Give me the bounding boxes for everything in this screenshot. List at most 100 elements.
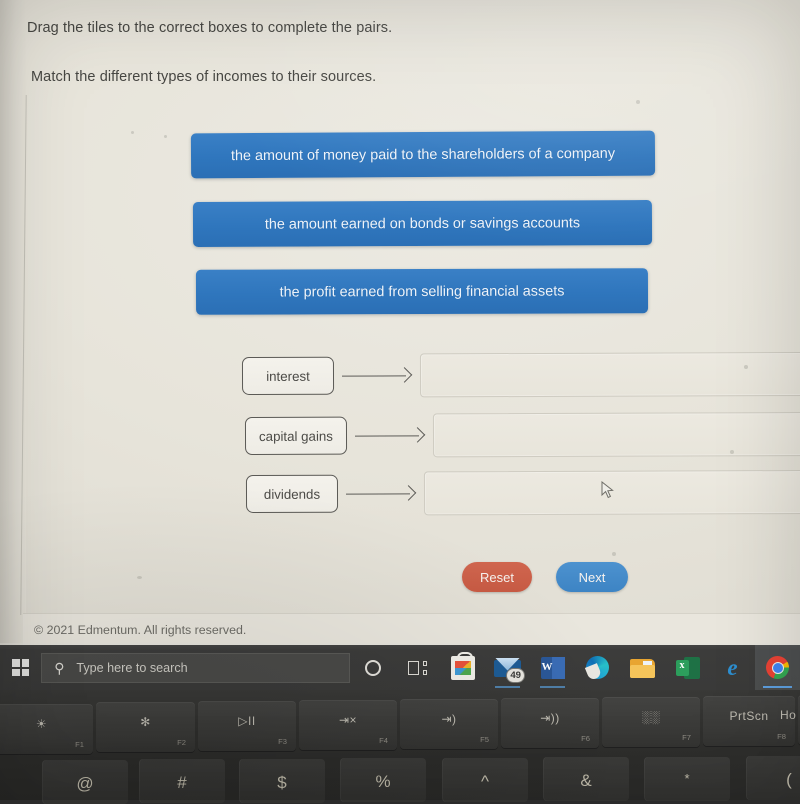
- taskbar-item-internet-explorer[interactable]: e: [710, 645, 755, 690]
- taskbar-item-cortana[interactable]: [350, 645, 395, 690]
- photo-speck: [730, 450, 734, 454]
- drop-target-dividends[interactable]: [423, 470, 800, 516]
- photo-speck: [131, 131, 134, 134]
- key-f5-label: F5: [480, 735, 489, 744]
- key-4-dollar-glyph: $: [277, 773, 287, 792]
- search-placeholder: Type here to search: [76, 660, 188, 675]
- key-4-dollar[interactable]: $: [239, 759, 325, 803]
- taskbar-item-word[interactable]: W: [530, 645, 575, 690]
- key-home-glyph: Ho: [780, 708, 797, 722]
- key-9-paren-glyph: (: [786, 770, 792, 789]
- taskbar-item-file-explorer[interactable]: [620, 645, 665, 690]
- key-6-caret[interactable]: ^: [442, 758, 528, 802]
- instruction-secondary: Match the different types of incomes to …: [31, 69, 377, 85]
- photo-speck: [612, 552, 616, 556]
- photo-speck: [636, 100, 640, 104]
- search-icon: ⚲: [54, 659, 65, 676]
- drop-target-interest[interactable]: [419, 352, 800, 398]
- key-3-hash[interactable]: #: [139, 759, 225, 803]
- key-f3[interactable]: ▷II F3: [198, 701, 296, 751]
- key-6-caret-glyph: ^: [481, 772, 489, 791]
- taskbar-item-edge[interactable]: [575, 645, 620, 690]
- match-row: interest: [241, 351, 800, 399]
- copyright-text: © 2021 Edmentum. All rights reserved.: [34, 622, 247, 637]
- match-row: capital gains: [244, 411, 800, 459]
- internet-explorer-icon: e: [727, 654, 738, 680]
- arrow-right-icon: [354, 427, 429, 443]
- key-5-percent-glyph: %: [375, 772, 391, 791]
- task-view-icon: [408, 660, 427, 675]
- taskbar-item-microsoft-store[interactable]: [440, 645, 485, 690]
- key-f6-label: F6: [581, 734, 590, 743]
- key-5-percent[interactable]: %: [340, 758, 426, 802]
- photo-speck: [164, 135, 167, 138]
- key-f7-label: F7: [682, 733, 691, 742]
- taskbar-item-mail[interactable]: 49: [485, 645, 530, 690]
- key-f1-label: F1: [75, 740, 84, 749]
- key-7-ampersand-glyph: &: [580, 771, 592, 790]
- taskbar-search-input[interactable]: ⚲ Type here to search: [41, 652, 350, 683]
- key-f5[interactable]: ⇥) F5: [400, 699, 498, 749]
- draggable-tile[interactable]: the amount of money paid to the sharehol…: [190, 130, 656, 179]
- key-f1[interactable]: ☀ F1: [0, 704, 93, 754]
- key-f2-glyph: ✻: [140, 715, 151, 729]
- key-7-ampersand[interactable]: &: [543, 757, 629, 801]
- arrow-right-icon: [342, 367, 416, 383]
- key-f3-label: F3: [278, 737, 287, 746]
- arrow-right-icon: [346, 485, 420, 501]
- term-label-interest: interest: [241, 356, 335, 395]
- key-3-hash-glyph: #: [177, 773, 187, 792]
- key-2-at[interactable]: @: [42, 760, 128, 804]
- key-f2-label: F2: [177, 738, 186, 747]
- draggable-tile[interactable]: the amount earned on bonds or savings ac…: [192, 199, 653, 248]
- mail-unread-badge: 49: [506, 667, 525, 683]
- key-8-asterisk[interactable]: *: [644, 757, 730, 801]
- key-2-at-glyph: @: [76, 774, 94, 793]
- draggable-tile[interactable]: the profit earned from selling financial…: [195, 268, 649, 315]
- drop-target-capital-gains[interactable]: [432, 411, 800, 458]
- key-f7[interactable]: ░░ F7: [602, 697, 700, 747]
- key-f1-glyph: ☀: [35, 717, 48, 731]
- function-key-row: ☀ F1 ✻ F2 ▷II F3 ⇥× F4 ⇥) F5 ⇥)) F6 ░░ F…: [0, 690, 800, 754]
- word-icon: W: [540, 656, 565, 679]
- edge-icon: [586, 656, 609, 679]
- key-f5-glyph: ⇥): [441, 712, 457, 726]
- excel-icon: x: [675, 656, 700, 679]
- instruction-primary: Drag the tiles to the correct boxes to c…: [27, 20, 393, 36]
- photo-speck: [744, 365, 748, 369]
- excel-icon-glyph: x: [679, 659, 685, 671]
- key-f4-glyph: ⇥×: [338, 713, 358, 727]
- taskbar-icon-strip: 49 W x e: [350, 645, 800, 690]
- term-label-capital-gains: capital gains: [244, 416, 347, 456]
- laptop-keyboard: ☀ F1 ✻ F2 ▷II F3 ⇥× F4 ⇥) F5 ⇥)) F6 ░░ F…: [0, 690, 800, 804]
- match-row: dividends: [245, 469, 800, 517]
- taskbar-item-excel[interactable]: x: [665, 645, 710, 690]
- key-f2[interactable]: ✻ F2: [96, 702, 195, 752]
- laptop-screen-photo: Drag the tiles to the correct boxes to c…: [0, 0, 800, 804]
- mail-icon: 49: [494, 657, 525, 683]
- number-key-row: @ # $ % ^ & * (: [0, 756, 800, 804]
- key-9-paren[interactable]: (: [746, 756, 800, 800]
- reset-button[interactable]: Reset: [462, 562, 532, 592]
- key-f7-glyph: ░░: [641, 710, 660, 724]
- word-icon-glyph: W: [541, 660, 553, 673]
- key-f6[interactable]: ⇥)) F6: [501, 698, 599, 748]
- taskbar-item-chrome[interactable]: [755, 645, 800, 690]
- file-explorer-icon: [630, 658, 655, 678]
- key-8-asterisk-glyph: *: [684, 771, 690, 786]
- cortana-icon: [364, 659, 381, 676]
- activity-page: Drag the tiles to the correct boxes to c…: [0, 0, 800, 645]
- key-f4[interactable]: ⇥× F4: [299, 700, 397, 750]
- start-button[interactable]: [0, 645, 41, 690]
- page-left-shadow: [0, 0, 26, 645]
- key-f3-glyph: ▷II: [238, 714, 256, 728]
- windows-logo-icon: [12, 659, 30, 676]
- photo-speck: [137, 576, 142, 579]
- next-button[interactable]: Next: [556, 562, 628, 592]
- page-footer: © 2021 Edmentum. All rights reserved.: [23, 613, 800, 645]
- key-f4-label: F4: [379, 736, 388, 745]
- taskbar-item-task-view[interactable]: [395, 645, 440, 690]
- windows-taskbar: ⚲ Type here to search 49 W x e: [0, 643, 800, 690]
- term-label-dividends: dividends: [245, 474, 339, 513]
- microsoft-store-icon: [450, 651, 475, 680]
